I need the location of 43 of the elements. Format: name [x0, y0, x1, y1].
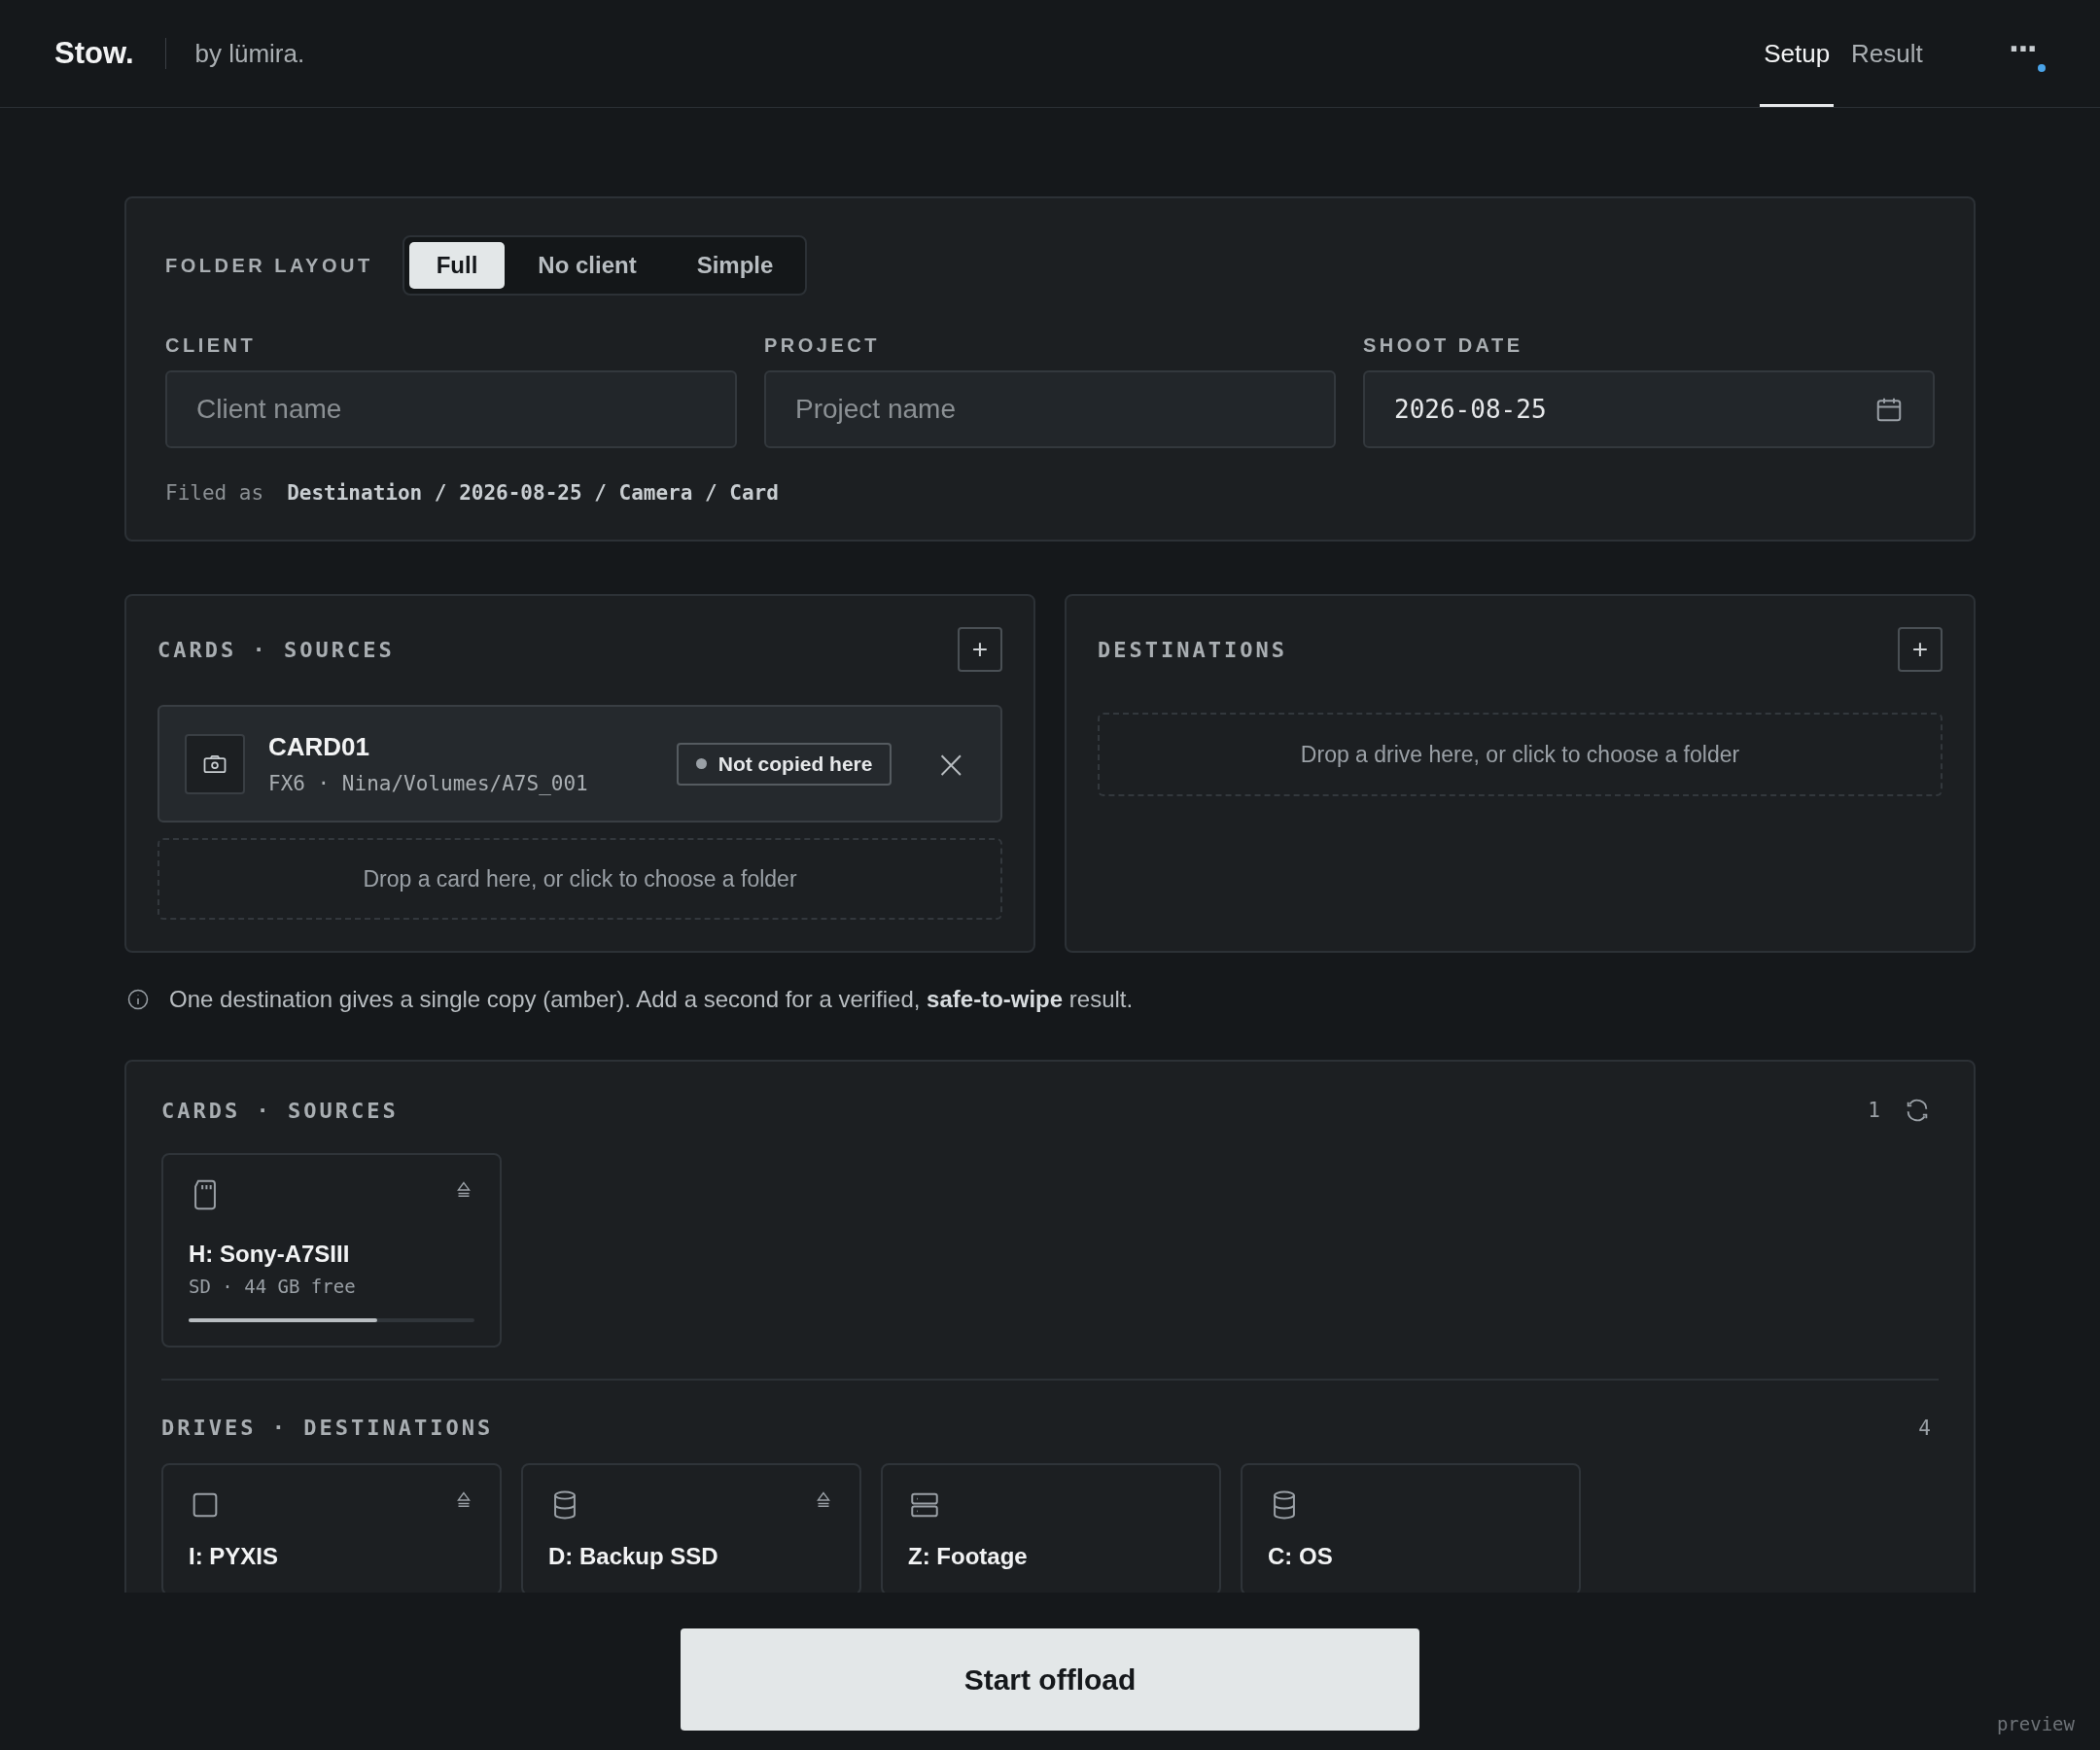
add-button[interactable]: +	[1898, 627, 1942, 672]
nav-tab[interactable]: Result	[1847, 0, 1927, 107]
card-name: CARD01	[268, 732, 371, 762]
card-tile[interactable]: H: Sony-A7SIII SD · 44 GB free	[161, 1153, 502, 1348]
device-name: D: Backup SSD	[548, 1543, 719, 1570]
layout-option[interactable]: Simple	[669, 242, 801, 289]
section-label: FOLDER LAYOUT	[165, 254, 373, 277]
start-offload-button[interactable]: Start offload	[681, 1628, 1419, 1731]
card-path: FX6 · Nina/Volumes/A7S_001	[268, 772, 589, 795]
camera-icon	[185, 733, 245, 794]
add-button[interactable]: +	[958, 627, 1002, 672]
panel-title: CARDS · SOURCES	[158, 637, 395, 662]
preview-label: preview	[1996, 1713, 2075, 1734]
app-logo: Stow.	[54, 36, 134, 71]
device-name: Z: Footage	[908, 1543, 1029, 1570]
section-title: CARDS · SOURCES	[161, 1098, 399, 1123]
field-label: CLIENT	[165, 334, 258, 357]
field-label: SHOOT DATE	[1363, 334, 1524, 357]
text-field[interactable]: Client name	[165, 370, 737, 448]
layout-option[interactable]: Full	[408, 242, 506, 289]
card-drop-zone[interactable]: Drop a card here, or click to choose a folder	[158, 838, 1002, 920]
nav-tab[interactable]: Setup	[1760, 0, 1835, 107]
remove-button[interactable]: ×	[927, 741, 975, 787]
panel-title: DESTINATIONS	[1098, 637, 1287, 662]
byline: by lümira.	[194, 38, 305, 69]
date-field[interactable]: 2026-08-25	[1363, 370, 1935, 448]
section-title: DRIVES · DESTINATIONS	[161, 1416, 494, 1440]
text-field[interactable]: Project name	[764, 370, 1336, 448]
info-text: One destination gives a single copy (amber). Add a second for a verified, safe-to-wipe result.	[169, 986, 1134, 1013]
drive-count: 4	[1918, 1416, 1931, 1440]
info-icon	[126, 988, 150, 1011]
folder-path: Destination / 2026-08-25 / Camera / Card	[287, 481, 779, 505]
card-count: 1	[1868, 1099, 1880, 1122]
filed-as-label: Filed as	[165, 481, 264, 505]
status-badge: Not copied here	[676, 742, 892, 786]
drive-drop-zone[interactable]: Drop a drive here, or click to choose a folder	[1098, 713, 1942, 796]
device-name: H: Sony-A7SIII	[189, 1241, 351, 1268]
more-menu-button[interactable]: ···	[1998, 31, 2046, 76]
device-name: C: OS	[1268, 1543, 1334, 1570]
device-name: I: PYXIS	[189, 1543, 280, 1570]
field-label: PROJECT	[764, 334, 881, 357]
layout-option[interactable]: No client	[510, 242, 664, 289]
device-info: SD · 44 GB free	[189, 1276, 357, 1297]
